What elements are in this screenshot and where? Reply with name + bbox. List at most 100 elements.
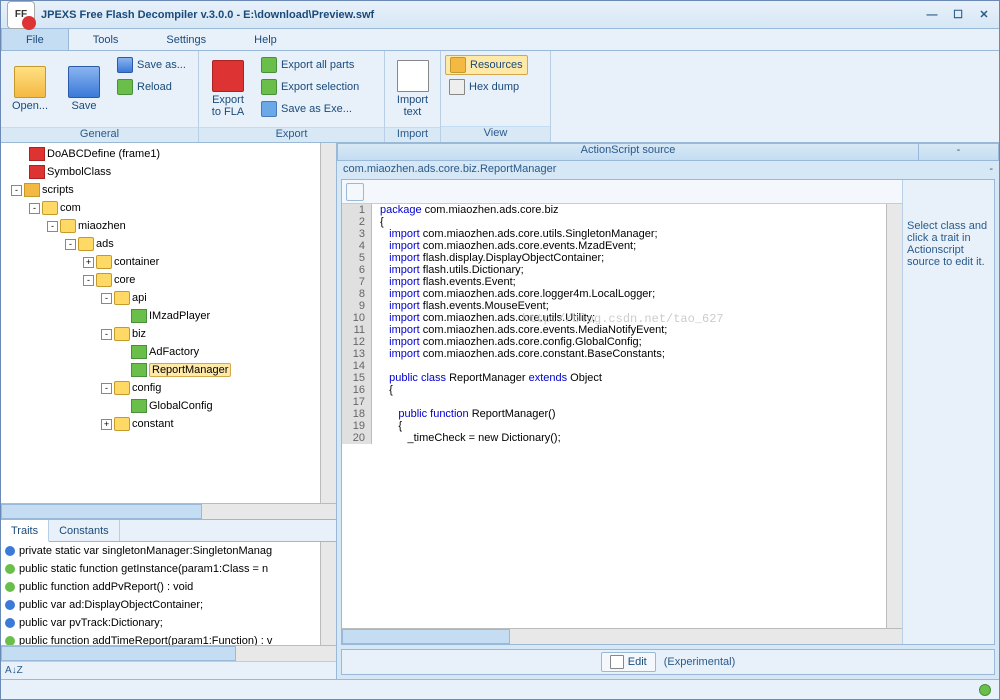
tree-node[interactable]: AdFactory xyxy=(3,343,318,361)
group-general-label: General xyxy=(1,127,198,142)
tree-node[interactable]: -ads xyxy=(3,235,318,253)
menu-settings[interactable]: Settings xyxy=(142,29,230,50)
tree-node[interactable]: -core xyxy=(3,271,318,289)
collapse-icon[interactable]: - xyxy=(65,239,76,250)
left-pane: DoABCDefine (frame1) SymbolClass -script… xyxy=(1,143,337,679)
tree-node[interactable]: DoABCDefine (frame1) xyxy=(3,145,318,163)
export-selection-button[interactable]: Export selection xyxy=(257,77,363,97)
collapse-icon[interactable]: - xyxy=(101,329,112,340)
tree-node[interactable]: -config xyxy=(3,379,318,397)
code-hscrollbar[interactable] xyxy=(342,628,902,644)
constants-tab[interactable]: Constants xyxy=(49,520,120,541)
trait-item[interactable]: public static function getInstance(param… xyxy=(1,560,320,578)
code-vscrollbar[interactable] xyxy=(886,204,902,628)
collapse-icon[interactable]: - xyxy=(101,293,112,304)
info-pane: Select class and click a trait in Action… xyxy=(902,180,994,644)
trait-item[interactable]: public function addTimeReport(param1:Fun… xyxy=(1,632,320,645)
save-button[interactable]: Save xyxy=(59,55,109,123)
group-export-label: Export xyxy=(199,127,384,142)
method-icon xyxy=(5,582,15,592)
edit-button[interactable]: Edit xyxy=(601,652,656,672)
traits-hscrollbar[interactable] xyxy=(1,645,336,661)
collapse-icon[interactable]: - xyxy=(11,185,22,196)
saveas-icon xyxy=(117,57,133,73)
tree-view[interactable]: DoABCDefine (frame1) SymbolClass -script… xyxy=(1,143,320,503)
trait-item[interactable]: public var pvTrack:Dictionary; xyxy=(1,614,320,632)
import-text-button[interactable]: Import text xyxy=(389,55,436,123)
tree-node[interactable]: -biz xyxy=(3,325,318,343)
traits-list[interactable]: private static var singletonManager:Sing… xyxy=(1,542,320,645)
traits-pane: Traits Constants private static var sing… xyxy=(1,519,336,679)
minimize-button[interactable]: — xyxy=(923,6,941,24)
close-button[interactable]: ✕ xyxy=(975,6,993,24)
save-as-exe-button[interactable]: Save as Exe... xyxy=(257,99,363,119)
experimental-label: (Experimental) xyxy=(664,656,736,668)
tree-node[interactable]: +container xyxy=(3,253,318,271)
hex-dump-button[interactable]: Hex dump xyxy=(445,77,528,97)
export-all-parts-button[interactable]: Export all parts xyxy=(257,55,363,75)
tree-hscrollbar[interactable] xyxy=(1,503,336,519)
expand-icon[interactable]: + xyxy=(101,419,112,430)
tree-node[interactable]: -scripts xyxy=(3,181,318,199)
collapse-icon[interactable]: - xyxy=(29,203,40,214)
tag-icon xyxy=(29,165,45,179)
open-button[interactable]: Open... xyxy=(5,55,55,123)
content-area: DoABCDefine (frame1) SymbolClass -script… xyxy=(1,143,999,679)
window-title: JPEXS Free Flash Decompiler v.3.0.0 - E:… xyxy=(41,9,923,21)
ribbon: Open... Save Save as... Reload Export Ge… xyxy=(1,51,999,143)
package-icon xyxy=(78,237,94,251)
edit-bar: Edit (Experimental) xyxy=(341,649,995,675)
maximize-button[interactable]: ☐ xyxy=(949,6,967,24)
collapse-icon[interactable]: - xyxy=(47,221,58,232)
tree-node[interactable]: IMzadPlayer xyxy=(3,307,318,325)
menu-file[interactable]: File xyxy=(1,29,69,50)
trait-item[interactable]: public function addPvReport() : void xyxy=(1,578,320,596)
resources-button[interactable]: Resources xyxy=(445,55,528,75)
code-editor[interactable]: 1package com.miaozhen.ads.core.biz2{3 im… xyxy=(342,204,886,628)
titlebar: FF JPEXS Free Flash Decompiler v.3.0.0 -… xyxy=(1,1,999,29)
source-panel-minibar[interactable]: - xyxy=(919,143,999,161)
right-pane: ActionScript source - com.miaozhen.ads.c… xyxy=(337,143,999,679)
tree-node[interactable]: GlobalConfig xyxy=(3,397,318,415)
menu-help[interactable]: Help xyxy=(230,29,301,50)
method-icon xyxy=(5,636,15,645)
save-as-button[interactable]: Save as... xyxy=(113,55,190,75)
tree-node[interactable]: +constant xyxy=(3,415,318,433)
tree-node[interactable]: -com xyxy=(3,199,318,217)
package-icon xyxy=(114,291,130,305)
folder-icon xyxy=(24,183,40,197)
export-all-icon xyxy=(261,57,277,73)
tree-node[interactable]: SymbolClass xyxy=(3,163,318,181)
traits-vscrollbar[interactable] xyxy=(320,542,336,645)
tree-node-selected[interactable]: ReportManager xyxy=(3,361,318,379)
app-window: FF JPEXS Free Flash Decompiler v.3.0.0 -… xyxy=(0,0,1000,700)
tree-node[interactable]: -api xyxy=(3,289,318,307)
package-icon xyxy=(96,273,112,287)
class-icon xyxy=(131,363,147,377)
trait-item[interactable]: private static var singletonManager:Sing… xyxy=(1,542,320,560)
trait-item[interactable]: public var ad:DisplayObjectContainer; xyxy=(1,596,320,614)
class-icon xyxy=(131,345,147,359)
menu-tools[interactable]: Tools xyxy=(69,29,143,50)
export-sel-icon xyxy=(261,79,277,95)
export-to-fla-button[interactable]: Export to FLA xyxy=(203,55,253,123)
exe-icon xyxy=(261,101,277,117)
collapse-icon[interactable]: - xyxy=(101,383,112,394)
menubar: File Tools Settings Help xyxy=(1,29,999,51)
tree-node[interactable]: -miaozhen xyxy=(3,217,318,235)
expand-icon[interactable]: + xyxy=(83,257,94,268)
field-icon xyxy=(5,546,15,556)
tree-vscrollbar[interactable] xyxy=(320,143,336,503)
method-icon xyxy=(5,564,15,574)
group-import-label: Import xyxy=(385,127,440,142)
sort-bar[interactable]: A↓Z xyxy=(1,661,336,679)
tag-icon xyxy=(29,147,45,161)
reload-button[interactable]: Reload xyxy=(113,77,190,97)
code-tool-button[interactable] xyxy=(346,183,364,201)
package-icon xyxy=(114,417,130,431)
collapse-icon[interactable]: - xyxy=(83,275,94,286)
traits-tab[interactable]: Traits xyxy=(1,520,49,542)
save-disk-icon xyxy=(68,66,100,98)
package-icon xyxy=(114,327,130,341)
package-icon xyxy=(42,201,58,215)
